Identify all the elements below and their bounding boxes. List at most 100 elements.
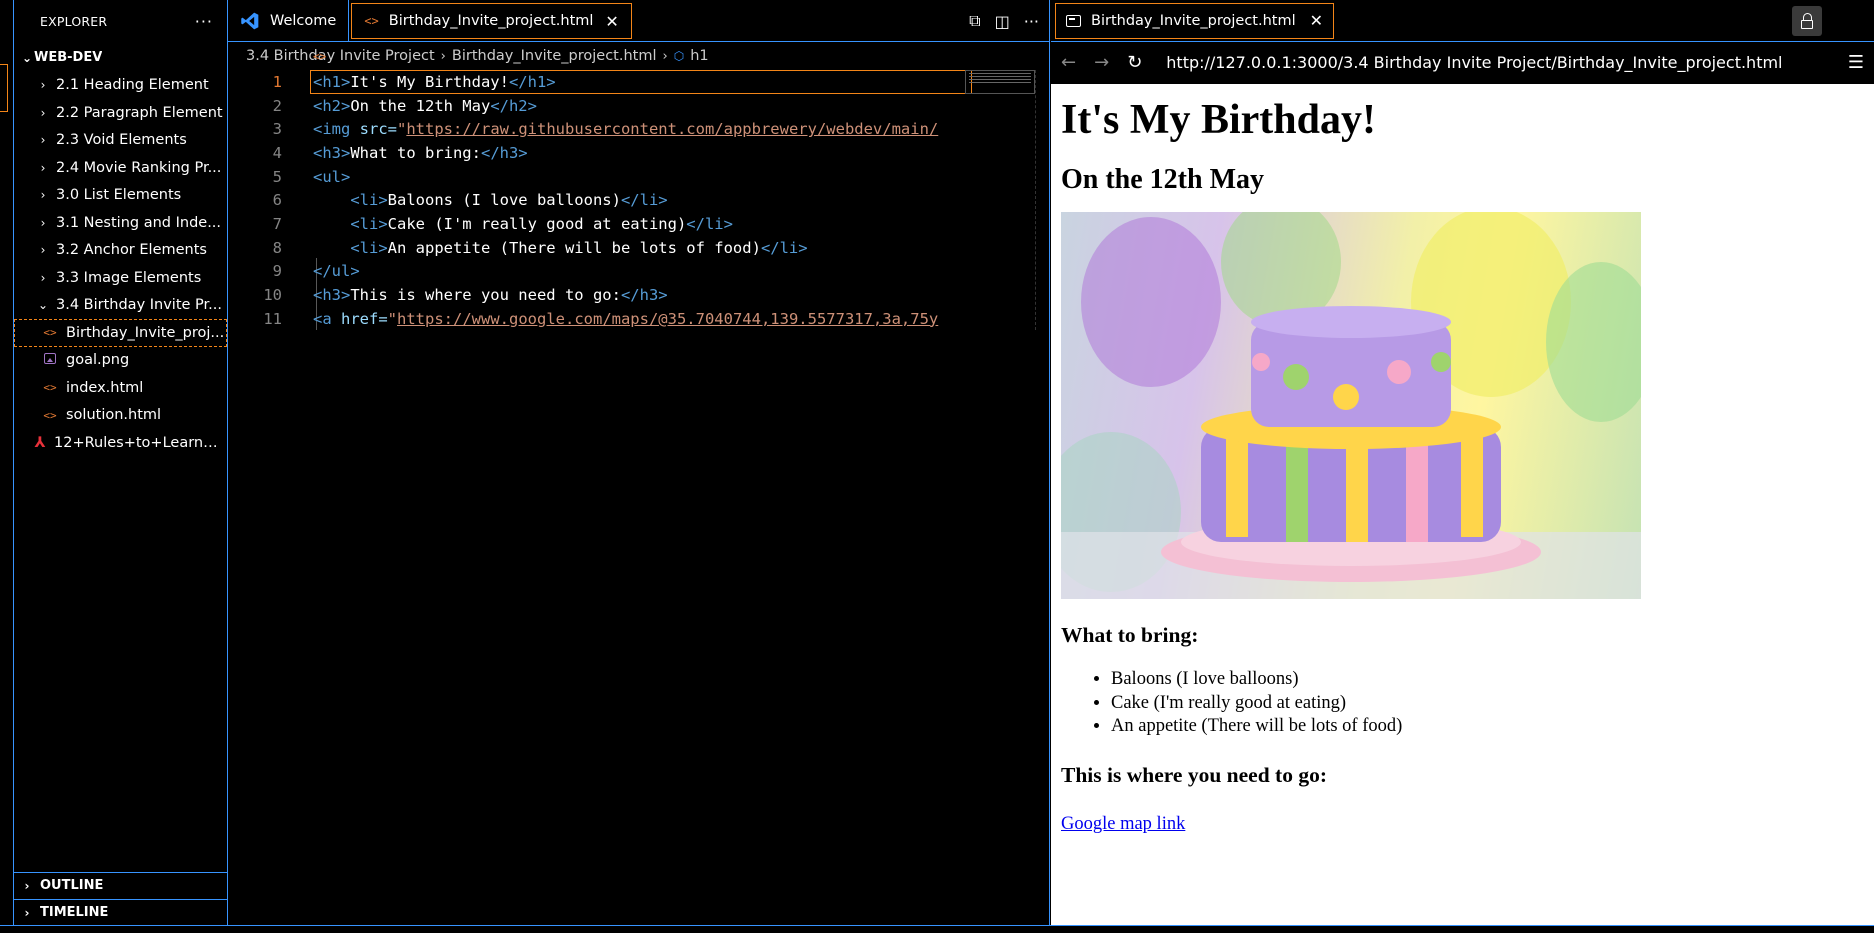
tab-birthday-file[interactable]: <> Birthday_Invite_project.html ✕ <box>351 3 632 39</box>
tab-welcome[interactable]: Welcome <box>228 0 350 42</box>
workspace-root[interactable]: ⌄ WEB-DEV <box>14 44 227 72</box>
folder-item[interactable]: › 3.3 Image Elements <box>14 264 227 292</box>
list-item: Baloons (I love balloons) <box>1111 668 1874 692</box>
folder-item[interactable]: › 2.3 Void Elements <box>14 127 227 155</box>
quote: " <box>387 309 398 328</box>
menu-icon[interactable]: ☰ <box>1848 52 1864 73</box>
code-line[interactable]: 10 <h3>This is where you need to go:</h3> <box>228 283 1049 307</box>
file-item[interactable]: <> solution.html <box>14 402 227 430</box>
file-label: 12+Rules+to+Learn+... <box>54 434 227 451</box>
close-icon[interactable]: ✕ <box>1310 11 1323 30</box>
status-bar <box>0 925 1874 933</box>
split-editor-icon[interactable]: ◫ <box>995 12 1010 31</box>
file-item-selected[interactable]: <> Birthday_Invite_proj... <box>14 319 227 347</box>
folder-item[interactable]: › 3.1 Nesting and Inde... <box>14 209 227 237</box>
chevron-right-icon: › <box>40 215 46 230</box>
google-map-link[interactable]: Google map link <box>1061 814 1185 835</box>
code-line[interactable]: 2 <h2>On the 12th May</h2> <box>228 94 1049 118</box>
code-file-icon: <> <box>313 49 327 63</box>
code-line[interactable]: 3 <img src="https://raw.githubusercontent… <box>228 117 1049 141</box>
code-line[interactable]: 9 </ul> <box>228 260 1049 284</box>
file-tree: ⌄ WEB-DEV › 2.1 Heading Element › 2.2 Para… <box>14 44 227 457</box>
attribute-name: href= <box>331 309 388 328</box>
minimap[interactable] <box>965 70 1035 94</box>
chevron-right-icon: › <box>40 105 46 120</box>
tag-open: <h1> <box>313 72 351 91</box>
workspace-root-label: WEB-DEV <box>34 50 103 66</box>
code-line[interactable]: 6 <li>Baloons (I love balloons)</li> <box>228 188 1049 212</box>
attribute-value: https://www.google.com/maps/@35.7040744,… <box>397 309 939 328</box>
tag-open: <h3> <box>313 286 351 305</box>
tag-close: </li> <box>686 214 733 233</box>
code-line[interactable]: 7 <li>Cake (I'm really good at eating)</… <box>228 212 1049 236</box>
tag-open: <li> <box>350 238 388 257</box>
code-editor[interactable]: 1 <h1>It's My Birthday!</h1> 2 <h2>On the … <box>228 69 1049 925</box>
file-item[interactable]: <> index.html <box>14 374 227 402</box>
editor-scrollbar[interactable] <box>1035 70 1036 330</box>
cake-illustration <box>1061 212 1641 599</box>
open-preview-icon[interactable]: ⧉ <box>969 11 980 31</box>
folder-label: 2.1 Heading Element <box>56 77 209 94</box>
folder-label: 2.4 Movie Ranking Pr... <box>56 159 222 176</box>
line-number: 8 <box>272 238 282 257</box>
folder-item[interactable]: › 3.2 Anchor Elements <box>14 237 227 265</box>
close-icon[interactable]: ✕ <box>605 12 618 31</box>
code-text: An appetite (There will be lots of food) <box>387 238 761 257</box>
tab-label: Birthday_Invite_project.html <box>1091 12 1296 29</box>
file-label: Birthday_Invite_proj... <box>66 324 225 341</box>
code-line[interactable]: 5 <ul> <box>228 165 1049 189</box>
explorer-header: EXPLORER ··· <box>14 0 227 42</box>
birthday-cake-image <box>1061 212 1641 599</box>
more-actions-icon[interactable]: ··· <box>1024 12 1039 31</box>
code-line[interactable]: 1 <h1>It's My Birthday!</h1> <box>228 69 1049 94</box>
file-item-pdf[interactable]: ⅄ 12+Rules+to+Learn+... <box>14 429 227 457</box>
code-line[interactable]: 11 <a href="https://www.google.com/maps/@… <box>228 307 1049 331</box>
line-number: 4 <box>272 143 282 162</box>
outline-section[interactable]: › OUTLINE <box>14 872 227 898</box>
file-label: goal.png <box>66 352 130 369</box>
chevron-right-icon: › <box>40 188 46 203</box>
folder-item[interactable]: › 2.1 Heading Element <box>14 72 227 100</box>
line-number: 11 <box>263 309 282 328</box>
folder-item[interactable]: › 3.0 List Elements <box>14 182 227 210</box>
reload-icon[interactable]: ↻ <box>1127 52 1142 73</box>
preview-icon <box>1066 14 1081 27</box>
folder-item[interactable]: › 2.2 Paragraph Element <box>14 99 227 127</box>
editor-group: Welcome <> Birthday_Invite_project.html … <box>228 0 1050 925</box>
lock-group-button[interactable] <box>1792 6 1822 36</box>
preview-tabs: Birthday_Invite_project.html ✕ <box>1051 0 1874 42</box>
tag-open: <li> <box>350 214 388 233</box>
bring-heading: What to bring: <box>1061 623 1199 647</box>
line-number: 3 <box>272 120 282 139</box>
list-item: An appetite (There will be lots of food) <box>1111 715 1874 739</box>
file-item[interactable]: goal.png <box>14 347 227 375</box>
tag-open: <img <box>313 120 351 139</box>
more-actions-icon[interactable]: ··· <box>195 12 213 31</box>
folder-item[interactable]: › 2.4 Movie Ranking Pr... <box>14 154 227 182</box>
code-text: Baloons (I love balloons) <box>387 191 621 210</box>
tab-preview[interactable]: Birthday_Invite_project.html ✕ <box>1055 2 1335 39</box>
preview-navigation: ← → ↻ http://127.0.0.1:3000/3.4 Birthday… <box>1051 42 1874 84</box>
code-line[interactable]: 8 <li>An appetite (There will be lots of… <box>228 236 1049 260</box>
url-field[interactable]: http://127.0.0.1:3000/3.4 Birthday Invit… <box>1166 53 1782 72</box>
chevron-down-icon: ⌄ <box>37 298 49 313</box>
file-label: index.html <box>66 379 144 396</box>
tag-close: </li> <box>620 191 668 210</box>
breadcrumb: 3.4 Birthday Invite Project › <> Birthda… <box>228 42 1049 70</box>
line-number: 7 <box>272 214 282 233</box>
tag-open: <h3> <box>313 143 351 162</box>
timeline-label: TIMELINE <box>40 905 109 920</box>
chevron-right-icon: › <box>40 243 46 258</box>
code-text: Cake (I'm really good at eating) <box>387 214 687 233</box>
timeline-section[interactable]: › TIMELINE <box>14 899 227 925</box>
bring-list: Baloons (I love balloons) Cake (I'm real… <box>1061 668 1874 739</box>
forward-arrow-icon[interactable]: → <box>1094 52 1109 73</box>
folder-item-open[interactable]: ⌄ 3.4 Birthday Invite Pr... <box>14 292 227 320</box>
tab-label: Birthday_Invite_project.html <box>388 13 594 29</box>
back-arrow-icon[interactable]: ← <box>1061 52 1076 73</box>
tag-open: <li> <box>350 191 388 210</box>
code-text: This is where you need to go: <box>350 286 621 305</box>
tag-open: <h2> <box>313 96 351 115</box>
image-file-icon <box>42 353 58 367</box>
code-line[interactable]: 4 <h3>What to bring:</h3> <box>228 141 1049 165</box>
